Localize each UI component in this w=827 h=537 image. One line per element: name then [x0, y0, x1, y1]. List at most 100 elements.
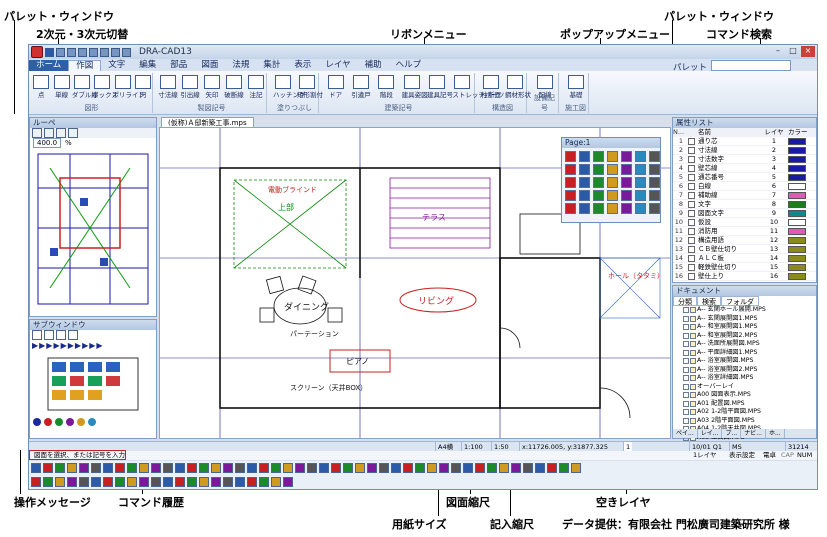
help-icon[interactable] [122, 47, 131, 57]
layer-visibility-checkbox[interactable] [688, 219, 695, 226]
popup-tool-icon[interactable] [635, 177, 646, 188]
layer-row[interactable]: 6 白線 6 [673, 182, 816, 191]
color-dot-icon[interactable] [44, 418, 52, 426]
command-history-icon[interactable] [463, 463, 473, 473]
command-history-icon[interactable] [115, 477, 125, 487]
checkbox-icon[interactable] [683, 307, 689, 313]
layer-row[interactable]: 11 消防用 11 [673, 227, 816, 236]
command-history-icon[interactable] [43, 477, 53, 487]
checkbox-icon[interactable] [683, 383, 689, 390]
checkbox-icon[interactable] [683, 349, 689, 356]
layer-row[interactable]: 7 補助線 7 [673, 191, 816, 200]
layer-visibility-checkbox[interactable] [688, 246, 695, 253]
command-history-icon[interactable] [307, 463, 317, 473]
command-history-icon[interactable] [415, 463, 425, 473]
layer-row[interactable]: 5 通芯番号 5 [673, 173, 816, 182]
document-item[interactable]: A-- 玄関ホール展開.MPS [683, 306, 816, 315]
command-history-icon[interactable] [391, 463, 401, 473]
color-dot-icon[interactable] [88, 418, 96, 426]
panel-bottom-tab[interactable]: ホ... [766, 429, 785, 438]
command-history-icon[interactable] [199, 477, 209, 487]
command-history-icon[interactable] [67, 477, 77, 487]
popup-tool-icon[interactable] [649, 164, 660, 175]
command-history-icon[interactable] [163, 463, 173, 473]
color-dot-icon[interactable] [66, 418, 74, 426]
maximize-icon[interactable]: □ [786, 46, 800, 57]
command-history-icon[interactable] [151, 463, 161, 473]
command-history-icon[interactable] [475, 463, 485, 473]
command-history-icon[interactable] [235, 463, 245, 473]
command-history-icon[interactable] [211, 477, 221, 487]
popup-tool-icon[interactable] [649, 190, 660, 201]
command-history-icon[interactable] [127, 477, 137, 487]
layer-row[interactable]: 1 通り芯 1 [673, 137, 816, 146]
command-history-icon[interactable] [319, 463, 329, 473]
popup-tool-icon[interactable] [579, 164, 590, 175]
layer-color-swatch[interactable] [788, 156, 806, 163]
popup-tool-icon[interactable] [621, 151, 632, 162]
command-history-icon[interactable] [187, 463, 197, 473]
ribbon-button[interactable]: ダブル線 [72, 75, 98, 101]
layer-color-swatch[interactable] [788, 255, 806, 262]
popup-tool-icon[interactable] [649, 151, 660, 162]
command-history-icon[interactable] [223, 463, 233, 473]
document-item[interactable]: A-- 和室展開図2.MPS [683, 332, 816, 341]
command-history-icon[interactable] [43, 463, 53, 473]
tab-layer[interactable]: レイヤ [318, 60, 357, 71]
layer-color-swatch[interactable] [788, 246, 806, 253]
layer-visibility-checkbox[interactable] [688, 174, 695, 181]
zoom-in-icon[interactable] [32, 128, 42, 138]
command-history-icon[interactable] [151, 477, 161, 487]
command-history-icon[interactable] [103, 463, 113, 473]
checkbox-icon[interactable] [683, 324, 689, 330]
command-history-icon[interactable] [403, 463, 413, 473]
document-item[interactable]: A01 配置図.MPS [683, 400, 816, 409]
command-history-icon[interactable] [187, 477, 197, 487]
ribbon-button[interactable]: ドア [326, 75, 346, 101]
command-history-icon[interactable] [199, 463, 209, 473]
popup-tool-icon[interactable] [607, 151, 618, 162]
popup-tool-icon[interactable] [621, 177, 632, 188]
command-history-icon[interactable] [271, 463, 281, 473]
checkbox-icon[interactable] [683, 332, 689, 339]
popup-tool-icon[interactable] [579, 177, 590, 188]
command-history-icon[interactable] [55, 463, 65, 473]
new-file-icon[interactable] [56, 47, 65, 57]
command-history-icon[interactable] [79, 477, 89, 487]
print-icon[interactable] [111, 47, 120, 57]
command-history-icon[interactable] [523, 463, 533, 473]
layer-color-swatch[interactable] [788, 192, 806, 199]
command-history-icon[interactable] [283, 463, 293, 473]
popup-tool-icon[interactable] [607, 190, 618, 201]
command-history-icon[interactable] [175, 477, 185, 487]
layer-visibility-checkbox[interactable] [688, 156, 695, 163]
layer-visibility-checkbox[interactable] [688, 192, 695, 199]
tab-drawing[interactable]: 図面 [194, 60, 225, 71]
layer-color-swatch[interactable] [788, 165, 806, 172]
command-history-icon[interactable] [91, 463, 101, 473]
layer-visibility-checkbox[interactable] [688, 255, 695, 262]
layer-visibility-checkbox[interactable] [688, 228, 695, 235]
ribbon-button[interactable]: 点 [31, 75, 51, 101]
layer-color-swatch[interactable] [788, 273, 806, 280]
popup-tool-icon[interactable] [621, 164, 632, 175]
checkbox-icon[interactable] [683, 417, 689, 424]
layer-color-swatch[interactable] [788, 174, 806, 181]
layer-visibility-checkbox[interactable] [688, 165, 695, 172]
undo-icon[interactable] [89, 47, 98, 57]
command-history-icon[interactable] [331, 463, 341, 473]
command-history-icon[interactable] [427, 463, 437, 473]
ribbon-button[interactable]: 単線 [52, 75, 72, 101]
command-history-icon[interactable] [355, 463, 365, 473]
layer-visibility-checkbox[interactable] [688, 183, 695, 190]
layer-row[interactable]: 2 寸法線 2 [673, 146, 816, 155]
ribbon-button[interactable]: 鋼材形状 [505, 75, 531, 101]
document-item[interactable]: A-- 和室展開図1.MPS [683, 323, 816, 332]
command-history-icon[interactable] [175, 463, 185, 473]
command-history-icon[interactable] [91, 477, 101, 487]
popup-tool-icon[interactable] [593, 164, 604, 175]
document-item[interactable]: A-- 洗面所展開図.MPS [683, 340, 816, 349]
popup-tool-icon[interactable] [593, 190, 604, 201]
open-folder-icon[interactable] [67, 47, 76, 57]
layer-visibility-checkbox[interactable] [688, 237, 695, 244]
